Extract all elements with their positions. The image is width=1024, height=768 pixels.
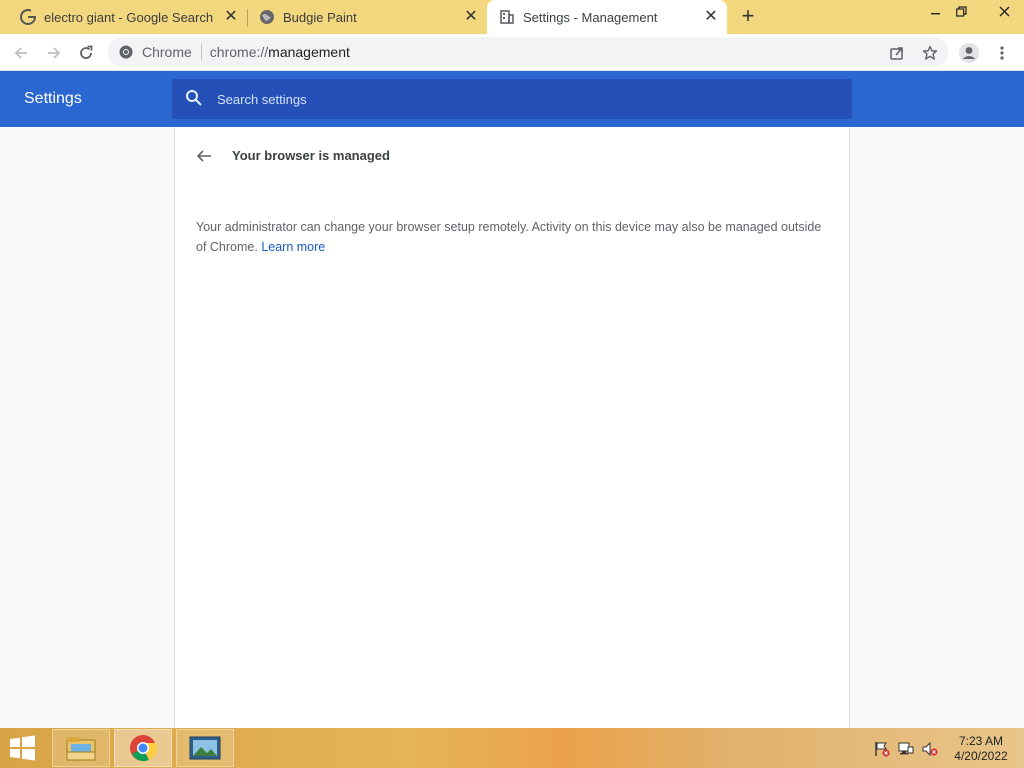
action-center-flag-icon[interactable] [874, 741, 890, 757]
page-title: Your browser is managed [232, 148, 390, 163]
omnibox-divider [200, 43, 202, 61]
clock-time: 7:23 AM [958, 734, 1004, 748]
management-description: Your administrator can change your brows… [196, 217, 826, 257]
settings-header: Settings [0, 71, 1024, 127]
network-icon[interactable] [898, 741, 914, 757]
building-icon [499, 9, 515, 25]
settings-title: Settings [24, 90, 82, 107]
restore-icon[interactable] [946, 0, 976, 22]
back-icon[interactable] [8, 40, 34, 66]
new-tab-button[interactable]: + [736, 5, 760, 29]
tab-electro-giant-search[interactable]: electro giant - Google Search ✕ [0, 0, 247, 34]
close-window-icon[interactable] [984, 0, 1024, 22]
tab-budgie-paint[interactable]: Budgie Paint ✕ [239, 0, 487, 34]
volume-muted-icon[interactable] [922, 741, 938, 757]
system-clock[interactable]: 7:23 AM 4/20/2022 [946, 734, 1016, 764]
management-card: Your browser is managed Your administrat… [174, 127, 850, 728]
url-host: management [268, 44, 350, 60]
tab-settings-management[interactable]: Settings - Management ✕ [487, 0, 727, 34]
file-explorer-icon[interactable] [52, 729, 110, 767]
search-settings-box[interactable] [172, 79, 852, 119]
google-g-icon [20, 9, 36, 25]
chrome-logo-icon [118, 44, 134, 60]
clock-date: 4/20/2022 [954, 749, 1008, 763]
close-tab-icon[interactable]: ✕ [223, 9, 239, 25]
reload-icon[interactable] [73, 40, 99, 66]
tab-title: Budgie Paint [283, 9, 357, 25]
url-scheme: chrome:// [209, 44, 269, 60]
scheme-chip: Chrome [142, 44, 192, 60]
browser-toolbar: Chrome chrome:// management [0, 34, 1024, 71]
tab-strip: electro giant - Google Search ✕ Budgie P… [0, 0, 1024, 34]
globe-icon [259, 9, 275, 25]
learn-more-link[interactable]: Learn more [261, 240, 325, 254]
profile-avatar-icon[interactable] [956, 40, 982, 66]
chrome-icon[interactable] [114, 729, 172, 767]
back-arrow-icon[interactable] [193, 145, 215, 167]
taskbar: 7:23 AM 4/20/2022 [0, 728, 1024, 768]
forward-icon[interactable] [41, 40, 67, 66]
tab-title: electro giant - Google Search [44, 9, 214, 25]
share-icon[interactable] [888, 44, 906, 62]
search-icon [185, 89, 205, 109]
address-bar[interactable]: Chrome chrome:// management [108, 37, 948, 67]
image-viewer-icon[interactable] [176, 729, 234, 767]
search-settings-input[interactable] [217, 91, 777, 107]
tab-title: Settings - Management [523, 9, 658, 25]
bookmark-star-icon[interactable] [921, 44, 939, 62]
close-tab-icon[interactable]: ✕ [463, 9, 479, 25]
close-tab-icon[interactable]: ✕ [703, 9, 719, 25]
kebab-menu-icon[interactable] [989, 40, 1015, 66]
windows-start-icon[interactable] [8, 735, 38, 761]
